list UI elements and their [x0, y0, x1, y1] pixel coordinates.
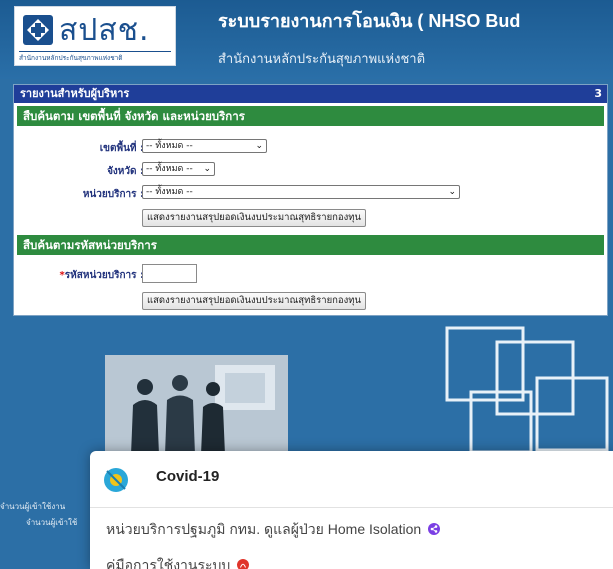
visitor-count-label-1: จำนวนผู้เข้าใช้งาน — [0, 502, 66, 511]
province-select[interactable]: -- ทั้งหมด -- ⌄ — [142, 162, 215, 176]
show-report-button-area[interactable]: แสดงรายงานสรุปยอดเงินงบประมาณสุทธิรายกอง… — [142, 209, 366, 227]
chevron-down-icon: ⌄ — [255, 141, 263, 151]
service-unit-select[interactable]: -- ทั้งหมด -- ⌄ — [142, 185, 460, 199]
province-label: จังหวัด : — [107, 166, 144, 177]
home-isolation-link[interactable]: หน่วยบริการปฐมภูมิ กทม. ดูแลผู้ป่วย Home… — [106, 519, 441, 541]
service-code-label: *รหัสหน่วยบริการ : — [34, 268, 144, 283]
chevron-down-icon: ⌄ — [203, 164, 211, 174]
home-isolation-text: หน่วยบริการปฐมภูมิ กทม. ดูแลผู้ป่วย Home… — [106, 521, 422, 537]
service-unit-label: หน่วยบริการ : — [82, 189, 144, 200]
region-select[interactable]: -- ทั้งหมด -- ⌄ — [142, 139, 267, 153]
service-code-label-text: รหัสหน่วยบริการ : — [64, 270, 144, 281]
app-title: ระบบรายงานการโอนเงิน ( NHSO Bud — [218, 11, 521, 31]
popup-header: Covid-19 — [90, 451, 613, 508]
region-select-value: -- ทั้งหมด -- — [146, 141, 193, 151]
service-code-input[interactable] — [142, 264, 197, 283]
chevron-down-icon: ⌄ — [448, 187, 456, 197]
section-code-search-header: สืบค้นตามรหัสหน่วยบริการ — [17, 235, 604, 255]
site-header: สปสช. สำนักงานหลักประกันสุขภาพแห่งชาติ ร… — [0, 0, 613, 79]
app-subtitle: สำนักงานหลักประกันสุขภาพแห่งชาติ — [218, 52, 426, 67]
share-icon — [428, 523, 441, 535]
nhso-logo[interactable]: สปสช. สำนักงานหลักประกันสุขภาพแห่งชาติ — [14, 6, 176, 66]
decorative-squares — [445, 326, 609, 454]
panel-number: 3 — [594, 87, 602, 100]
popup-title: Covid-19 — [156, 468, 220, 485]
province-select-value: -- ทั้งหมด -- — [146, 164, 193, 174]
executive-report-panel: รายงานสำหรับผู้บริหาร 3 สืบค้นตาม เขตพื้… — [13, 84, 608, 316]
section-area-search-header: สืบค้นตาม เขตพื้นที่ จังหวัด และหน่วยบริ… — [17, 106, 604, 126]
service-unit-select-value: -- ทั้งหมด -- — [146, 187, 193, 197]
show-report-button-code[interactable]: แสดงรายงานสรุปยอดเงินงบประมาณสุทธิรายกอง… — [142, 292, 366, 310]
pdf-icon — [237, 559, 250, 569]
visitor-count-label-2: จำนวนผู้เข้าใช้ — [26, 518, 78, 527]
logo-subtext: สำนักงานหลักประกันสุขภาพแห่งชาติ — [19, 51, 171, 63]
panel-title: รายงานสำหรับผู้บริหาร — [20, 87, 130, 100]
user-manual-text: คู่มือการใช้งานระบบ — [106, 557, 231, 569]
business-people-image — [105, 355, 288, 455]
panel-header: รายงานสำหรับผู้บริหาร 3 — [14, 85, 607, 103]
logo-text: สปสช. — [59, 13, 150, 48]
logo-emblem-icon — [23, 15, 53, 45]
region-label: เขตพื้นที่ : — [99, 143, 144, 154]
people-silhouette-icon — [105, 355, 288, 455]
user-manual-link[interactable]: คู่มือการใช้งานระบบ — [106, 555, 250, 569]
covid-popup: Covid-19 หน่วยบริการปฐมภูมิ กทม. ดูแลผู้… — [90, 451, 613, 569]
covid-virus-icon — [104, 468, 128, 492]
